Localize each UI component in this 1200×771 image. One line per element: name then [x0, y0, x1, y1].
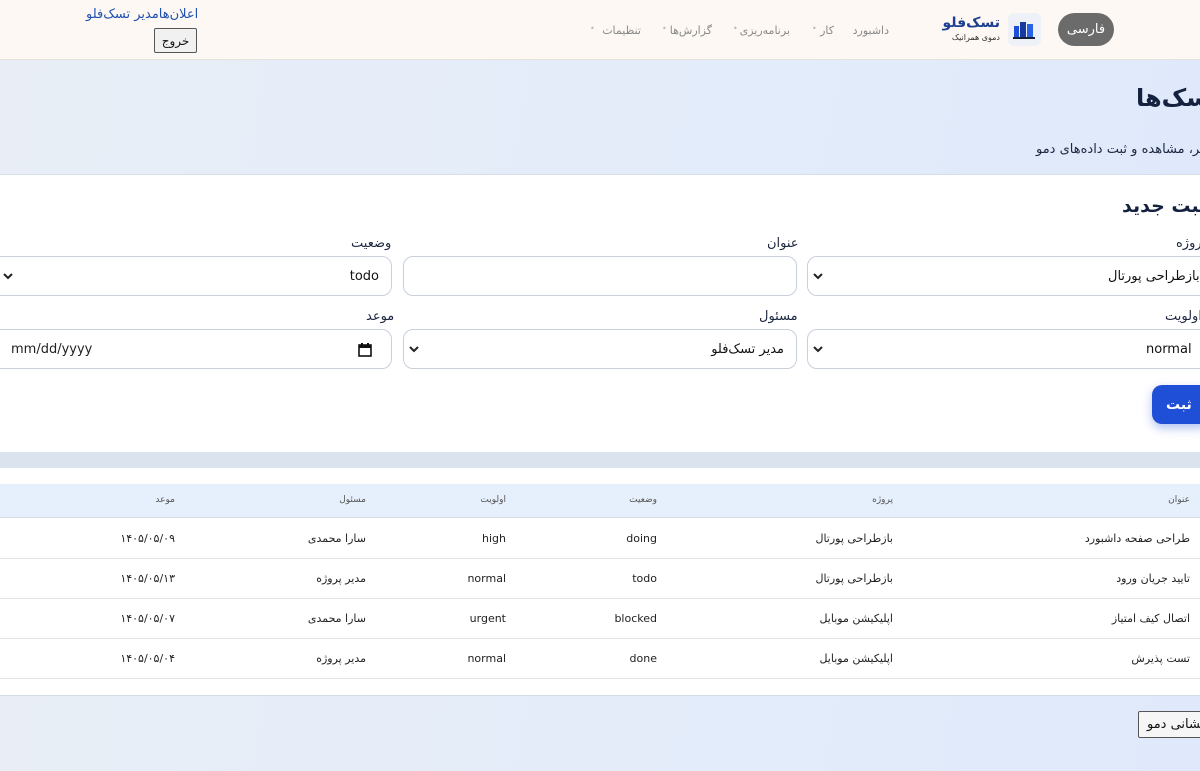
due-date-placeholder: mm/dd/yyyy — [11, 341, 93, 357]
app-logo — [1008, 13, 1041, 46]
submit-button[interactable]: ثبت — [1152, 385, 1200, 424]
page-title: تسک‌ها — [1136, 84, 1200, 112]
nav-item-dashboard[interactable]: داشبورد — [853, 22, 889, 38]
project-select-value: بازطراحی پورتال — [1108, 268, 1200, 284]
nav-separator-dot: • — [812, 24, 817, 33]
buildings-icon — [1013, 22, 1035, 39]
chevron-down-icon — [3, 273, 13, 280]
cell-due: ۱۴۰۵/۰۵/۰۴ — [120, 652, 175, 665]
cell-assignee: مدیر پروژه — [316, 572, 366, 585]
cell-priority: high — [482, 532, 506, 545]
cell-project: اپلیکیشن موبایل — [819, 612, 893, 625]
cell-title: تست پذیرش — [1131, 652, 1190, 665]
column-header-due: موعد — [155, 495, 175, 505]
cell-project: اپلیکیشن موبایل — [819, 652, 893, 665]
table-row[interactable]: طراحی صفحه داشبورد بازطراحی پورتال doing… — [0, 519, 1200, 559]
status-label: وضعیت — [351, 236, 392, 251]
cell-project: بازطراحی پورتال — [815, 572, 893, 585]
cell-project: بازطراحی پورتال — [815, 532, 893, 545]
priority-select[interactable]: normal — [807, 329, 1200, 369]
nav-item-reports[interactable]: گزارش‌ها — [670, 22, 712, 38]
project-select[interactable]: بازطراحی پورتال — [807, 256, 1200, 296]
table-row[interactable]: تایید جریان ورود بازطراحی پورتال todo no… — [0, 559, 1200, 599]
cell-title: تایید جریان ورود — [1116, 572, 1190, 585]
status-select-value: todo — [349, 268, 379, 284]
logout-button[interactable]: خروج — [154, 28, 197, 53]
assignee-label: مسئول — [759, 309, 798, 324]
nav-item-planning[interactable]: برنامه‌ریزی — [740, 22, 790, 38]
status-select[interactable]: todo — [0, 256, 392, 296]
assignee-select-value: مدیر تسک‌فلو — [711, 341, 784, 357]
calendar-icon[interactable] — [358, 343, 372, 357]
table-row[interactable]: اتصال کیف امتیاز اپلیکیشن موبایل blocked… — [0, 599, 1200, 639]
cell-assignee: سارا محمدی — [307, 532, 366, 545]
new-task-form-title: ثبت جدید — [1122, 195, 1200, 217]
cell-assignee: سارا محمدی — [307, 612, 366, 625]
cell-due: ۱۴۰۵/۰۵/۰۷ — [120, 612, 175, 625]
chevron-down-icon — [813, 346, 823, 353]
cell-status: done — [629, 652, 657, 665]
column-header-title: عنوان — [1168, 495, 1190, 505]
reset-demo-button[interactable]: بازنشانی دمو — [1138, 711, 1200, 738]
page-footer — [0, 695, 1200, 771]
cell-priority: normal — [467, 572, 506, 585]
cell-assignee: مدیر پروژه — [316, 652, 366, 665]
chevron-down-icon — [813, 273, 823, 280]
cell-title: طراحی صفحه داشبورد — [1084, 532, 1190, 545]
title-label: عنوان — [767, 236, 799, 251]
assignee-select[interactable]: مدیر تسک‌فلو — [403, 329, 797, 369]
due-date-input[interactable]: mm/dd/yyyy — [0, 329, 392, 369]
column-header-status: وضعیت — [629, 495, 657, 505]
page-subtitle: فیلتر، مشاهده و ثبت داده‌های دمو — [1036, 142, 1200, 157]
column-header-priority: اولویت — [480, 495, 506, 505]
cell-due: ۱۴۰۵/۰۵/۱۳ — [120, 572, 175, 585]
cell-priority: normal — [467, 652, 506, 665]
top-navbar: فارسی تسک‌فلو دموی همرانیک داشبورد • کار… — [0, 0, 1200, 60]
brand-title[interactable]: تسک‌فلو — [943, 15, 1001, 31]
cell-due: ۱۴۰۵/۰۵/۰۹ — [120, 532, 175, 545]
page-hero — [0, 60, 1200, 175]
notifications-link[interactable]: اعلان‌ها — [159, 7, 199, 22]
chevron-down-icon — [409, 346, 419, 353]
nav-item-work[interactable]: کار — [820, 22, 834, 38]
table-header: عنوان پروژه وضعیت اولویت مسئول موعد — [0, 484, 1200, 518]
user-name: مدیر تسک‌فلو — [86, 7, 159, 22]
due-label: موعد — [366, 309, 395, 324]
nav-separator-dot: • — [733, 24, 738, 33]
cell-status: todo — [632, 572, 657, 585]
nav-item-settings[interactable]: تنظیمات — [602, 22, 641, 38]
language-switch-button[interactable]: فارسی — [1058, 13, 1114, 46]
cell-title: اتصال کیف امتیاز — [1111, 612, 1190, 625]
brand-subtitle: دموی همرانیک — [951, 33, 1000, 42]
user-area: اعلان‌هامدیر تسک‌فلو — [86, 7, 198, 22]
nav-separator-dot: • — [590, 24, 595, 33]
cell-priority: urgent — [469, 612, 506, 625]
column-header-project: پروژه — [872, 495, 893, 505]
table-row[interactable]: تست پذیرش اپلیکیشن موبایل done normal مد… — [0, 639, 1200, 679]
title-input[interactable] — [403, 256, 797, 296]
cell-status: blocked — [614, 612, 657, 625]
nav-separator-dot: • — [662, 24, 667, 33]
section-divider — [0, 452, 1200, 468]
project-label: پروژه — [1176, 236, 1200, 251]
priority-select-value: normal — [1146, 341, 1192, 357]
column-header-assignee: مسئول — [339, 495, 366, 505]
priority-label: اولویت — [1165, 309, 1200, 324]
cell-status: doing — [626, 532, 657, 545]
